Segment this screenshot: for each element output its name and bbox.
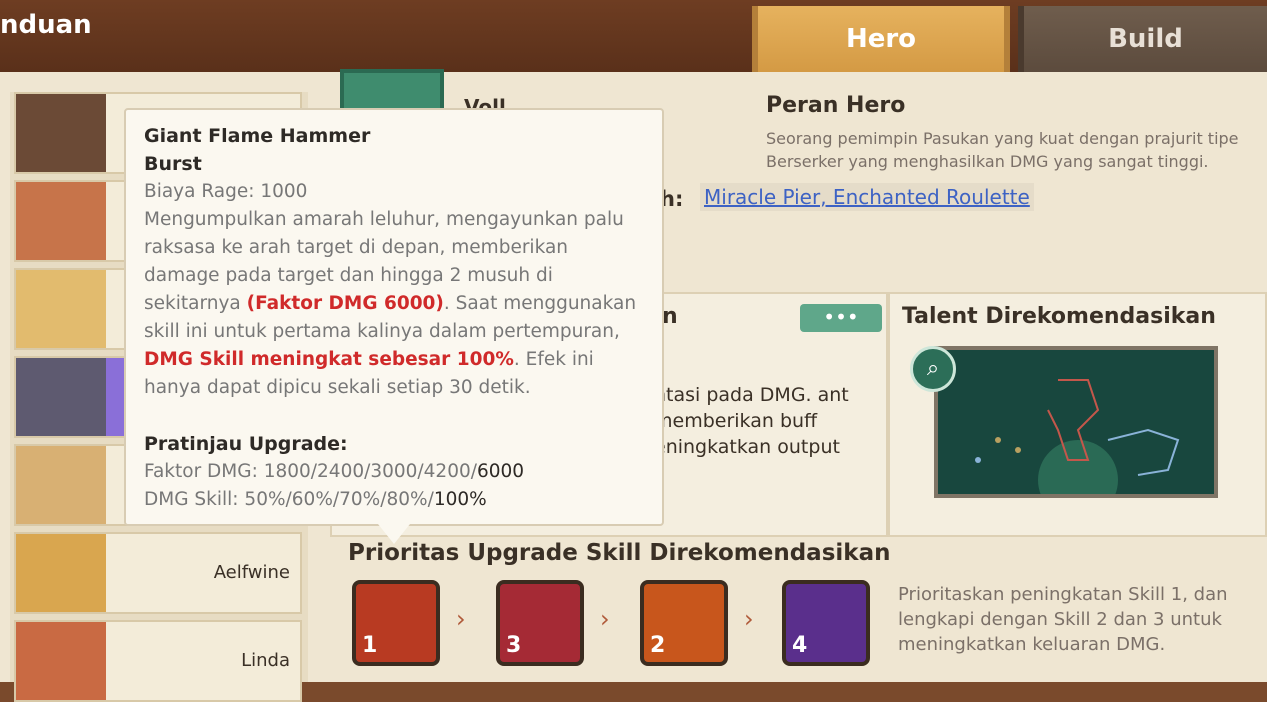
talent-heading: Talent Direkomendasikan [902,304,1216,329]
tab-build[interactable]: Build [1018,6,1267,72]
skill-panel-heading: n [662,304,678,329]
hero-portrait [16,534,106,612]
desc-highlight: (Faktor DMG 6000) [246,293,444,314]
talent-tree-graphic [975,379,1180,520]
skill-label: DMG Skill: [144,489,245,510]
skill-number: 4 [792,633,808,658]
arrow-right-icon: › [456,605,466,633]
skill-number: 3 [506,633,522,658]
desc-highlight: DMG Skill meningkat sebesar 100% [144,349,514,370]
hero-list-item[interactable]: Linda [14,620,302,702]
priority-heading: Prioritas Upgrade Skill Direkomendasikan [348,540,891,566]
zoom-icon[interactable]: ⌕ [910,346,956,392]
page-title: nduan [0,10,92,40]
tooltip-upgrade-heading: Pratinjau Upgrade: [144,433,348,455]
hero-portrait [16,182,106,260]
hero-portrait [16,446,106,524]
skill-icon[interactable]: 2 [640,580,728,666]
arrow-right-icon: › [600,605,610,633]
hero-portrait [16,94,106,172]
tooltip-skill-name: Giant Flame Hammer [144,125,371,147]
tab-hero[interactable]: Hero [752,6,1010,72]
skill-number: 2 [650,633,666,658]
skill-final: 100% [433,489,487,510]
top-bar: nduan Hero Build [0,0,1267,72]
tooltip-dmg-skill: DMG Skill: 50%/60%/70%/80%/100% [144,486,644,514]
skill-values: 50%/60%/70%/80%/ [244,489,434,510]
hero-portrait [16,270,106,348]
priority-text: Prioritaskan peningkatan Skill 1, dan le… [898,584,1228,655]
tooltip-description: Mengumpulkan amarah leluhur, mengayunkan… [144,206,644,402]
skill-panel-text: ntasi pada DMG. ant memberikan buff enin… [654,384,849,458]
recommended-links[interactable]: Miracle Pier, Enchanted Roulette [700,183,1034,211]
dmg-values: 1800/2400/3000/4200/ [263,461,477,482]
hero-list-item[interactable]: Aelfwine [14,532,302,614]
skill-icon[interactable]: 4 [782,580,870,666]
role-text: Seorang pemimpin Pasukan yang kuat denga… [766,129,1239,171]
tooltip-dmg-factor: Faktor DMG: 1800/2400/3000/4200/6000 [144,458,644,486]
tooltip-skill-type: Burst [144,153,202,175]
skill-icon[interactable]: 3 [496,580,584,666]
skill-number: 1 [362,633,378,658]
talent-panel: Talent Direkomendasikan ⌕ [888,292,1267,537]
hero-name: Linda [241,650,290,671]
talent-tree-image[interactable] [934,346,1218,520]
role-heading: Peran Hero [766,93,906,118]
hero-name: Aelfwine [213,562,290,583]
dmg-final: 6000 [476,461,525,482]
tooltip-cost: Biaya Rage: 1000 [144,181,308,202]
arrow-right-icon: › [744,605,754,633]
hero-portrait [16,622,106,700]
skill-tooltip: Giant Flame Hammer Burst Biaya Rage: 100… [124,108,664,544]
tooltip-pointer [378,524,410,544]
more-button[interactable]: ••• [800,304,882,332]
skill-icon[interactable]: 1 [352,580,440,666]
hero-portrait [16,358,106,436]
dmg-label: Faktor DMG: [144,461,264,482]
